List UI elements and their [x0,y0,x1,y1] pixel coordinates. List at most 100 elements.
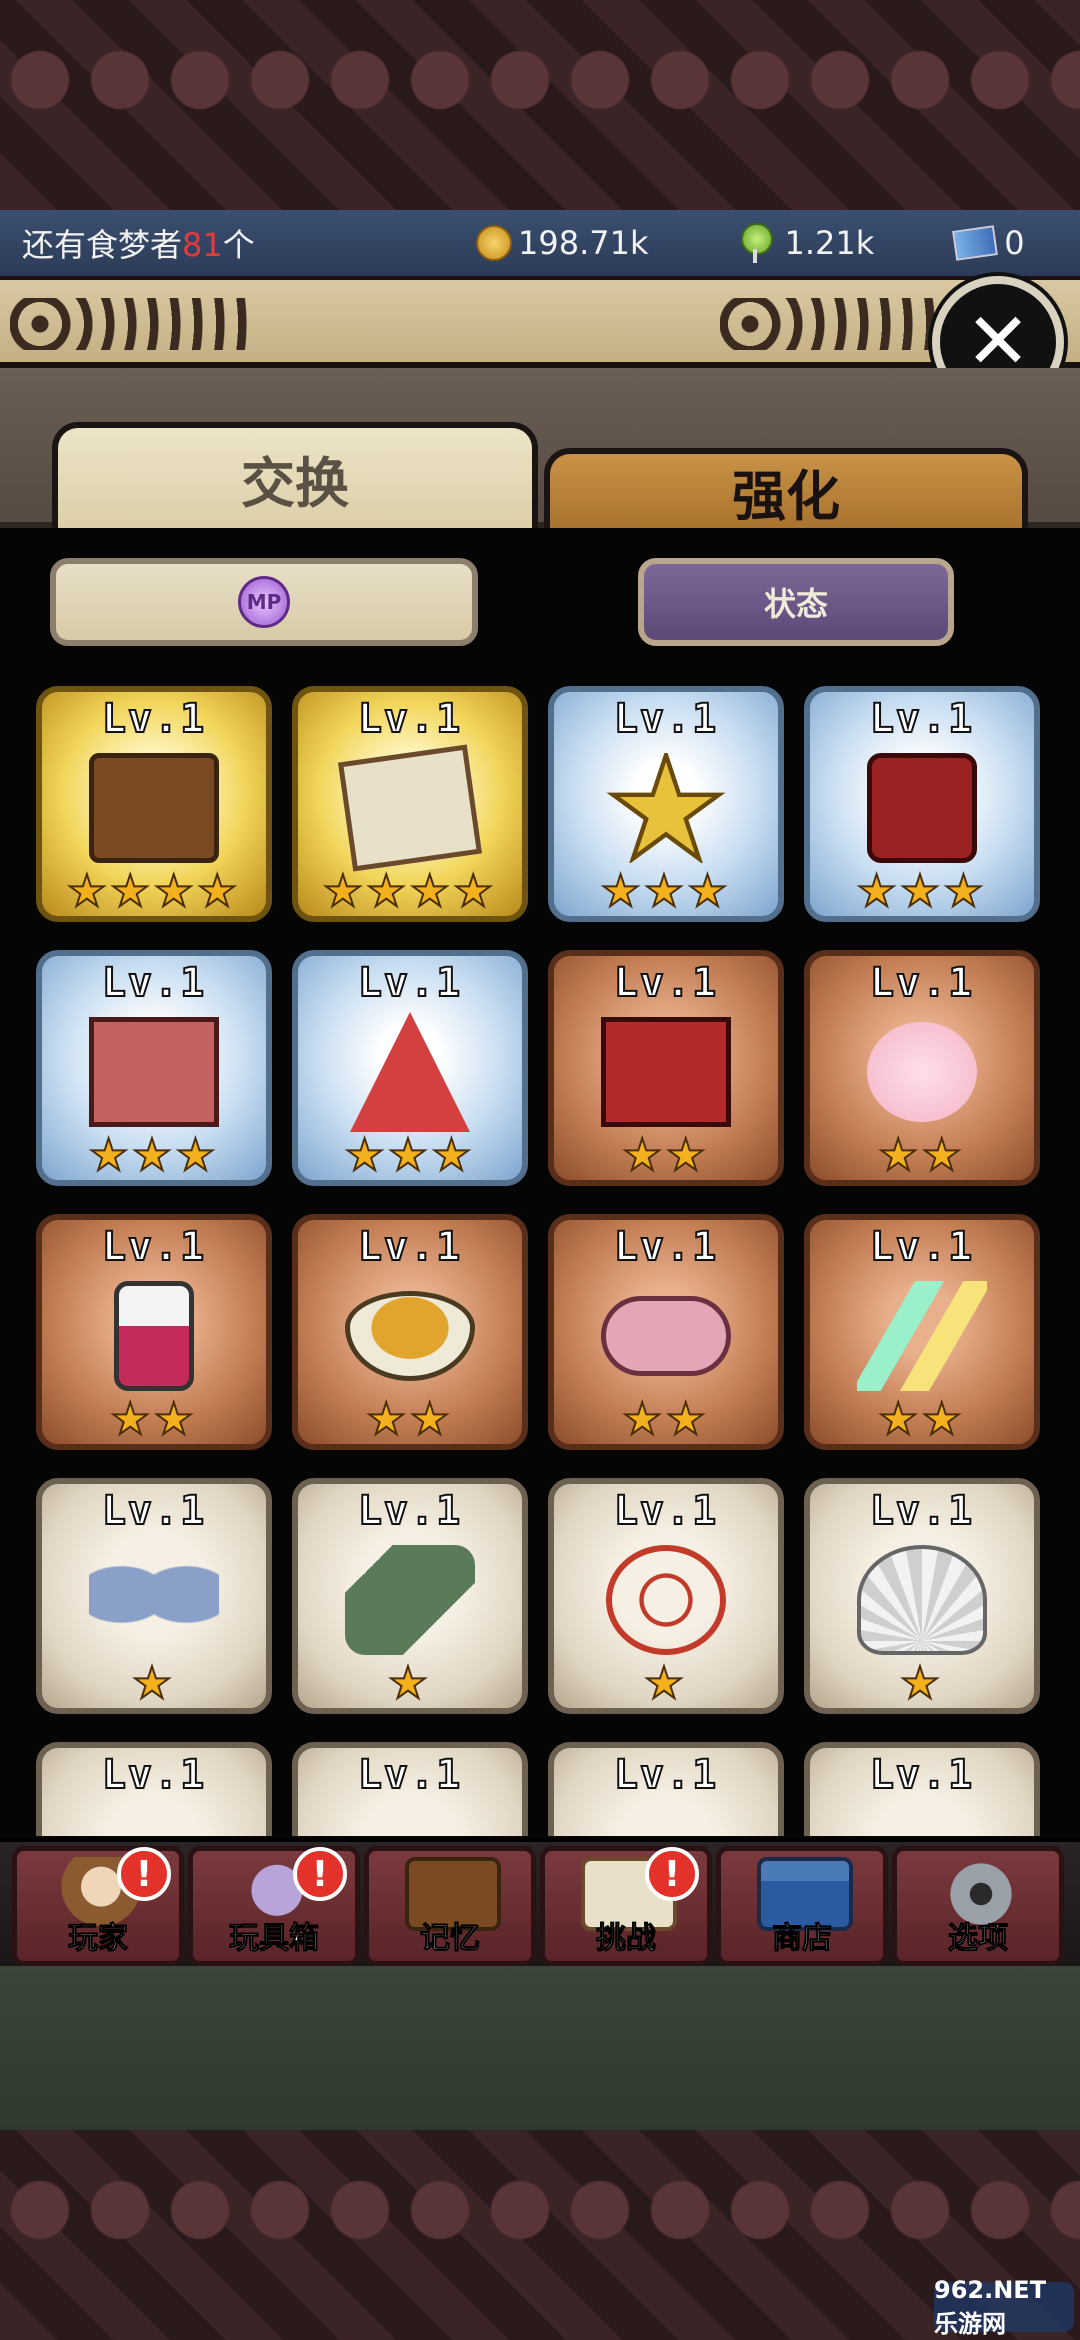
item-card[interactable]: Lv.1 ★★★★ [36,686,272,922]
item-stars: ★★★★ [322,866,497,917]
wallpaper-top [0,0,1080,210]
item-level: Lv.1 [357,959,463,1007]
item-level: Lv.1 [101,695,207,743]
item-stars: ★★★ [88,1130,220,1181]
alert-badge: ! [293,1847,347,1901]
music-box-icon [89,753,219,864]
nav-memory[interactable]: 记忆 [364,1846,536,1966]
swirl-icon [606,1545,726,1656]
item-card[interactable]: Lv.1 [548,1742,784,1836]
alert-badge: ! [117,1847,171,1901]
cookie-bowl-icon [345,1291,475,1382]
item-level: Lv.1 [101,1751,207,1799]
item-stars: ★ [899,1658,944,1709]
item-stars: ★★ [878,1394,966,1445]
christmas-card-icon [601,1017,731,1128]
item-level: Lv.1 [869,695,975,743]
alert-badge: ! [645,1847,699,1901]
item-level: Lv.1 [613,1223,719,1271]
syringe-icon [345,1545,475,1656]
item-level: Lv.1 [357,1223,463,1271]
item-card[interactable]: Lv.1 [804,1742,1040,1836]
item-card[interactable]: Lv.1 ★★ [804,1214,1040,1450]
seashell-icon [857,1545,987,1656]
dreamers-remaining: 还有食梦者81个 [22,220,462,266]
panel-header: 交换 强化 [0,368,1080,528]
item-level: Lv.1 [357,695,463,743]
candy-balance: 1.21k [735,223,875,263]
coin-icon [476,225,512,261]
item-level: Lv.1 [869,1487,975,1535]
tab-exchange[interactable]: 交换 [52,422,538,528]
item-card[interactable]: Lv.1 ★★★ [548,686,784,922]
item-card[interactable]: Lv.1 ★ [292,1478,528,1714]
dreamers-suffix: 个 [222,226,255,264]
item-level: Lv.1 [869,959,975,1007]
item-card[interactable]: Lv.1 ★ [36,1478,272,1714]
star-topper-icon [606,753,726,864]
item-card[interactable]: Lv.1 ★★★ [292,950,528,1186]
item-card[interactable]: Lv.1 ★★★ [36,950,272,1186]
item-card[interactable]: Lv.1 ★★ [548,950,784,1186]
item-level: Lv.1 [613,695,719,743]
item-level: Lv.1 [101,1487,207,1535]
item-level: Lv.1 [869,1223,975,1271]
bottle-icon [114,1281,194,1392]
item-stars: ★★ [878,1130,966,1181]
nav-label: 记忆 [420,1921,481,1957]
item-level: Lv.1 [869,1751,975,1799]
nav-label: 选项 [948,1921,1009,1957]
watermark: 962.NET 乐游网 [934,2276,1074,2338]
item-level: Lv.1 [357,1487,463,1535]
bear-book-icon [89,1017,219,1128]
nav-challenge[interactable]: ! 挑战 [540,1846,712,1966]
coin-balance: 198.71k [476,224,649,262]
item-stars: ★ [131,1658,176,1709]
glow-sticks-icon [857,1281,987,1392]
nav-player[interactable]: ! 玩家 [12,1846,184,1966]
item-stars: ★ [643,1658,688,1709]
item-grid: Lv.1 ★★★★ Lv.1 ★★★★ Lv.1 ★★★ Lv.1 ★★★ Lv… [36,686,1046,1836]
nav-shop[interactable]: 商店 [716,1846,888,1966]
nav-toybox[interactable]: ! 玩具箱 [188,1846,360,1966]
nav-label: 商店 [772,1921,833,1957]
dice-icon [867,753,977,864]
nav-label: 挑战 [596,1921,657,1957]
nav-options[interactable]: 选项 [892,1846,1064,1966]
status-bar: 还有食梦者81个 198.71k 1.21k 0 [0,210,1080,276]
mp-icon: MP [238,576,290,628]
ribbon-bow-icon [89,1545,219,1656]
item-card[interactable]: Lv.1 ★★ [548,1214,784,1450]
status-button[interactable]: 状态 [638,558,954,646]
wallpaper-bottom [0,2130,1080,2340]
cotton-candy-icon [867,1022,977,1123]
item-stars: ★★ [622,1130,710,1181]
item-card[interactable]: Lv.1 ★ [804,1478,1040,1714]
ticket-amount: 0 [1004,224,1025,262]
item-level: Lv.1 [101,1223,207,1271]
item-stars: ★★★★ [66,866,241,917]
item-card[interactable]: Lv.1 ★★ [36,1214,272,1450]
item-card[interactable]: Lv.1 ★★★ [804,686,1040,922]
nav-label: 玩家 [68,1921,129,1957]
item-card[interactable]: Lv.1 [292,1742,528,1836]
lollipop-icon [735,223,775,263]
ticket-balance: 0 [952,224,1025,262]
item-card[interactable]: Lv.1 ★★ [804,950,1040,1186]
mp-filter-button[interactable]: MP [50,558,478,646]
item-stars: ★★★ [344,1130,476,1181]
item-stars: ★★ [622,1394,710,1445]
item-card[interactable]: Lv.1 ★★ [292,1214,528,1450]
item-stars: ★★★ [600,866,732,917]
tab-enhance[interactable]: 强化 [544,448,1028,528]
candy-amount: 1.21k [784,224,875,262]
item-card[interactable]: Lv.1 ★ [548,1478,784,1714]
clipboard-icon [337,744,483,872]
footer-area [0,1966,1080,2130]
dreamers-prefix: 还有食梦者 [22,226,183,264]
item-card[interactable]: Lv.1 [36,1742,272,1836]
item-level: Lv.1 [357,1751,463,1799]
item-card[interactable]: Lv.1 ★★★★ [292,686,528,922]
party-hat-icon [350,1012,470,1133]
item-stars: ★★ [110,1394,198,1445]
